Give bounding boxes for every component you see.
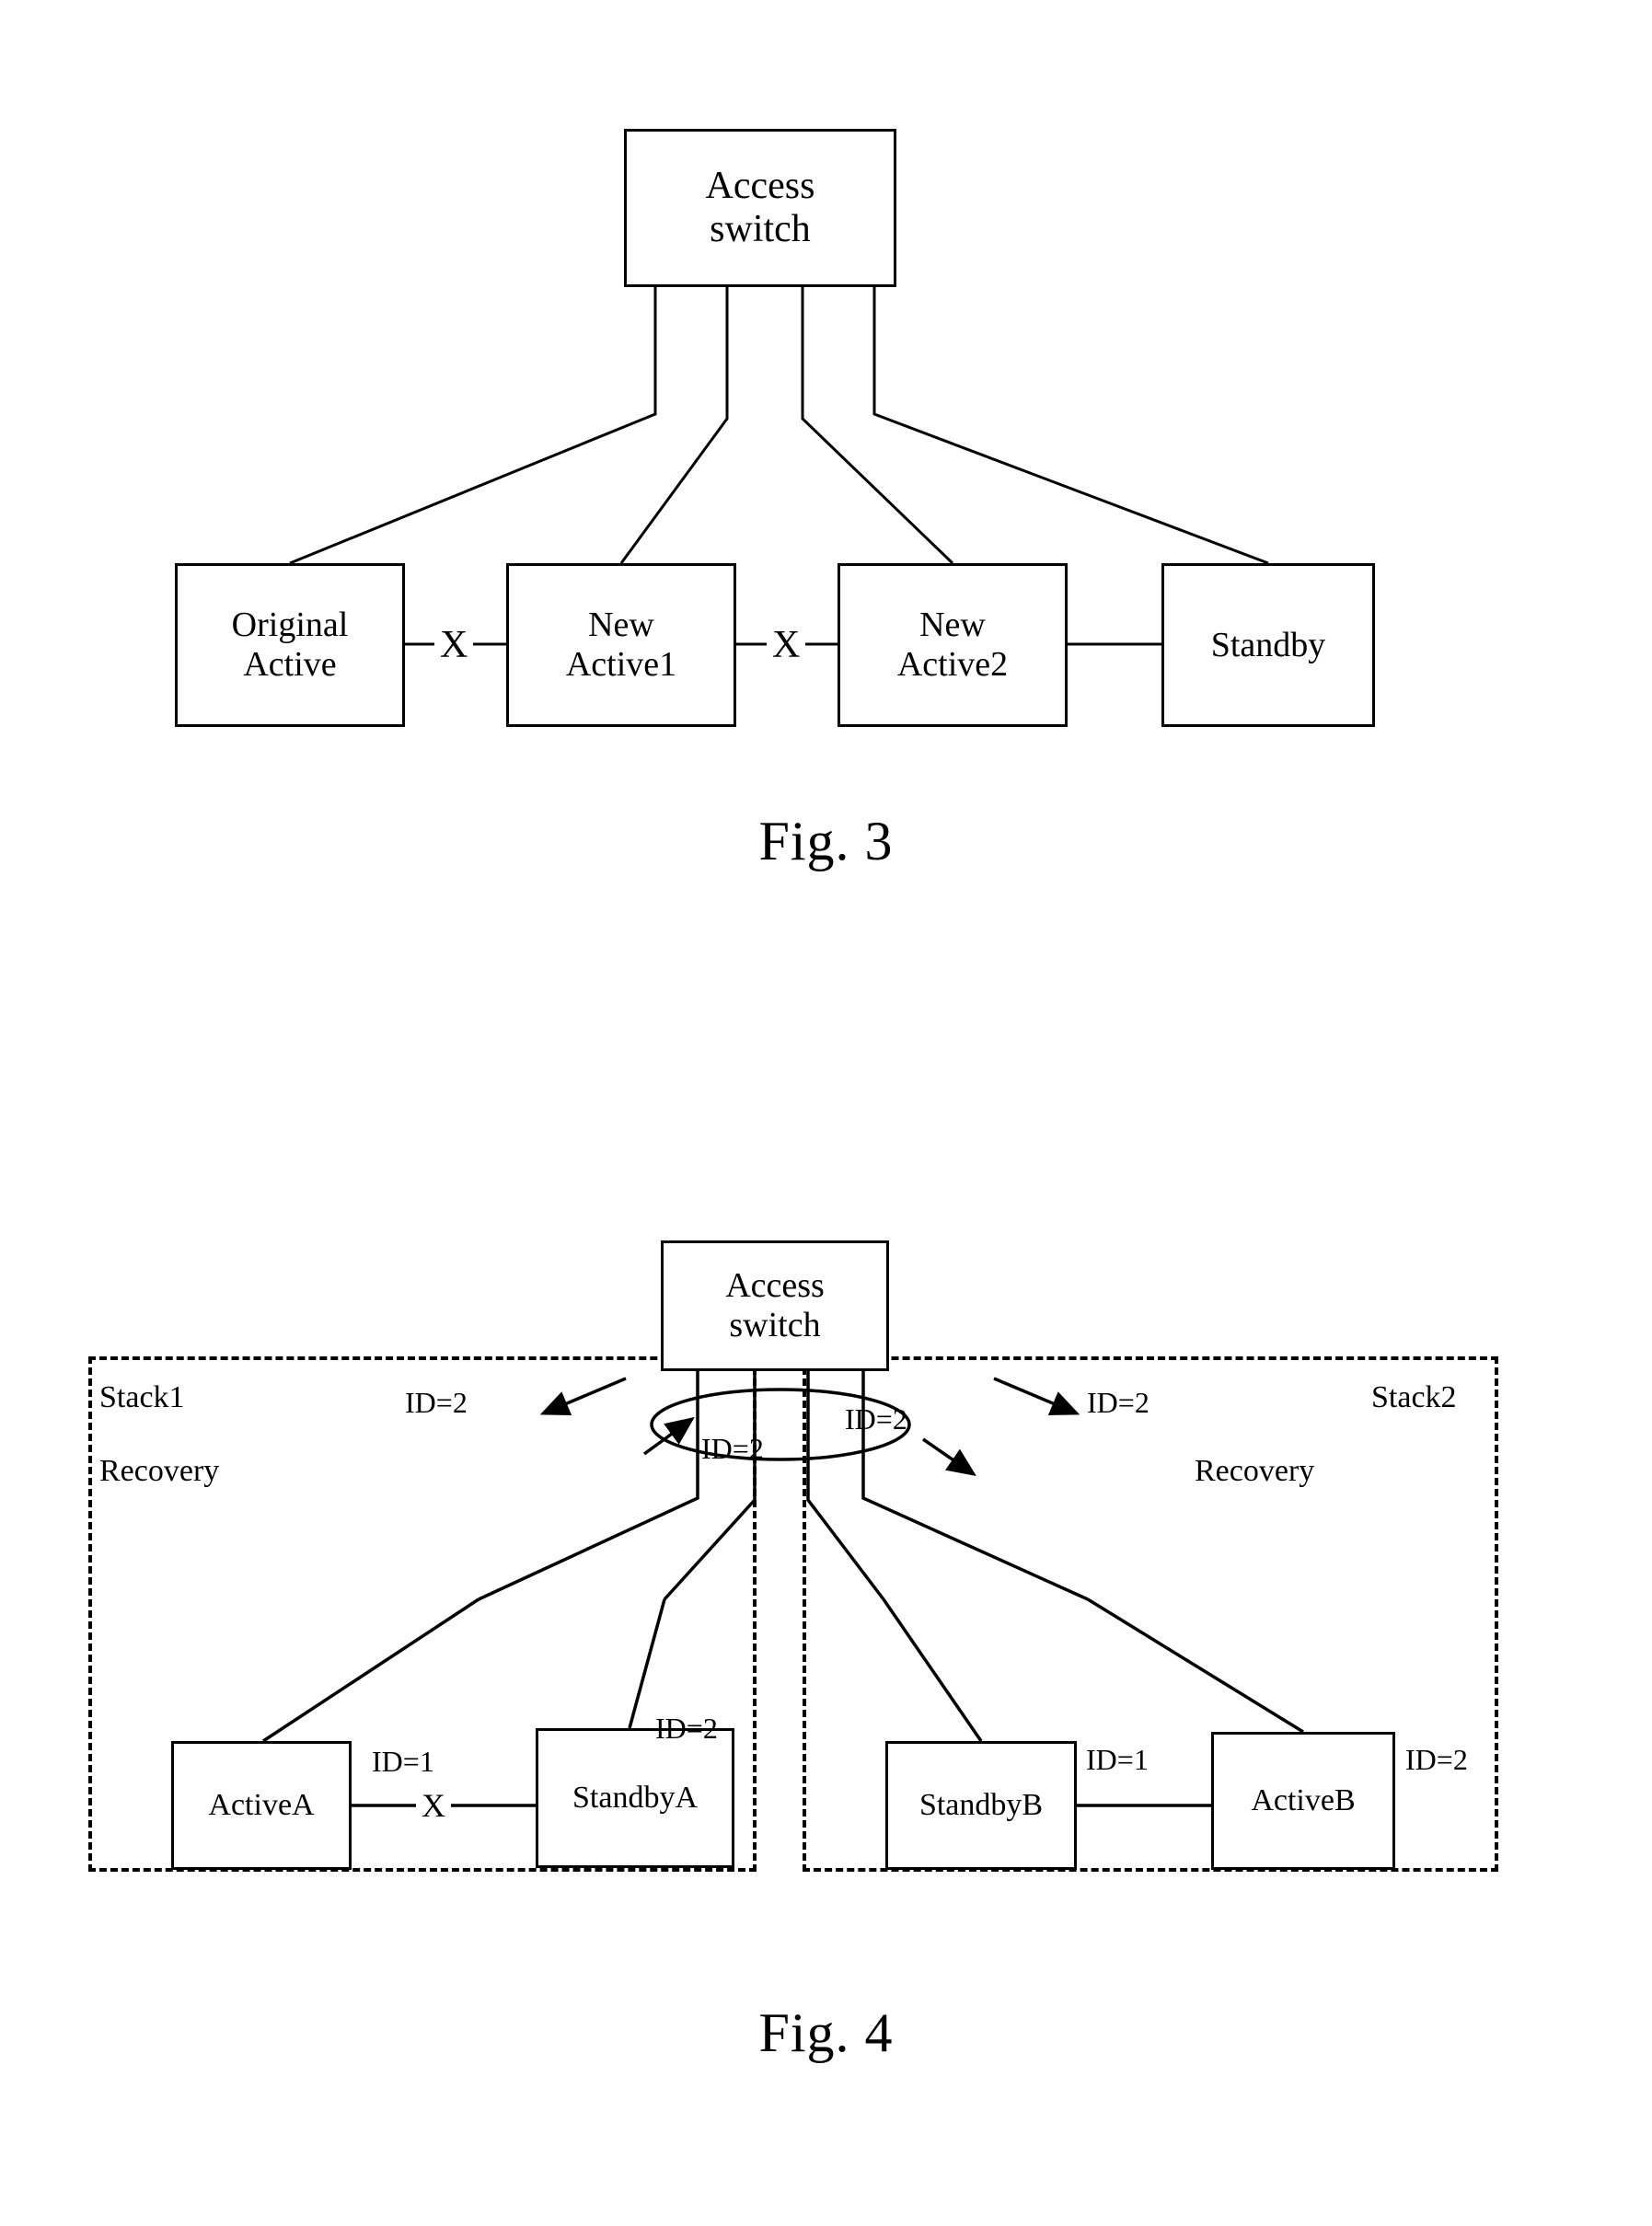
fig3-node-new-active1-label: New Active1: [565, 606, 677, 684]
link-access-to-new-active2: [801, 287, 954, 565]
fig4-uplink-id-center-right: ID=2: [845, 1402, 907, 1436]
fig3-access-switch-node: Access switch: [624, 129, 896, 287]
fig3-node-new-active2-label: New Active2: [896, 606, 1009, 684]
fig3-node-standby-label: Standby: [1210, 625, 1326, 664]
fig4-node-activeB-id: ID=2: [1405, 1743, 1468, 1776]
fig4-node-activeB: ActiveB: [1211, 1732, 1395, 1870]
fig4-stack1-title: Stack1: [99, 1380, 185, 1414]
fig3-link-break-marker-1: X: [434, 626, 474, 664]
fig4-stack2-state: Recovery: [1195, 1454, 1315, 1488]
fig4-node-standbyB-label: StandbyB: [918, 1787, 1044, 1822]
fig3-node-original-active-label: Original Active: [231, 606, 349, 684]
fig4-node-activeA: ActiveA: [171, 1741, 352, 1870]
fig4-node-standbyB: StandbyB: [885, 1741, 1077, 1870]
fig4-uplink-id-left: ID=2: [405, 1386, 468, 1419]
figure-4-caption: Fig. 4: [758, 2002, 894, 2063]
fig4-access-switch-label: Access switch: [725, 1266, 825, 1344]
fig4-node-activeA-label: ActiveA: [208, 1787, 315, 1822]
figure-3-caption: Fig. 3: [758, 811, 894, 871]
fig3-access-switch-label: Access switch: [705, 164, 815, 250]
link-access-to-original-active: [289, 287, 657, 565]
fig3-node-new-active1: New Active1: [506, 563, 736, 727]
figure-4: Access switch ActiveA StandbyA StandbyB …: [0, 1224, 1652, 2199]
fig4-stack1-state: Recovery: [99, 1454, 220, 1488]
link-access-to-new-active1: [619, 287, 729, 564]
fig4-node-standbyA-label: StandbyA: [572, 1780, 698, 1815]
link-access-to-standby: [872, 287, 1269, 565]
fig4-access-switch-node: Access switch: [661, 1240, 889, 1371]
fig3-node-new-active2: New Active2: [838, 563, 1068, 727]
fig3-link-break-marker-2: X: [767, 626, 806, 664]
fig4-node-activeA-id: ID=1: [372, 1745, 434, 1778]
fig4-uplink-id-center-left: ID=2: [701, 1432, 764, 1465]
fig4-uplink-id-right: ID=2: [1087, 1386, 1149, 1419]
fig4-node-standbyA-id: ID=2: [655, 1712, 718, 1745]
fig4-link-break-marker-1: X: [416, 1789, 451, 1822]
fig4-node-standbyA: StandbyA: [536, 1728, 734, 1868]
fig4-node-standbyB-id: ID=1: [1086, 1743, 1149, 1776]
fig4-stack2-title: Stack2: [1371, 1380, 1457, 1414]
drawing-sheet: Access switch Original Active New Active…: [0, 0, 1652, 2226]
figure-3: Access switch Original Active New Active…: [0, 0, 1652, 966]
fig4-node-activeB-label: ActiveB: [1251, 1782, 1356, 1817]
fig3-node-original-active: Original Active: [175, 563, 405, 727]
fig3-node-standby: Standby: [1161, 563, 1375, 727]
